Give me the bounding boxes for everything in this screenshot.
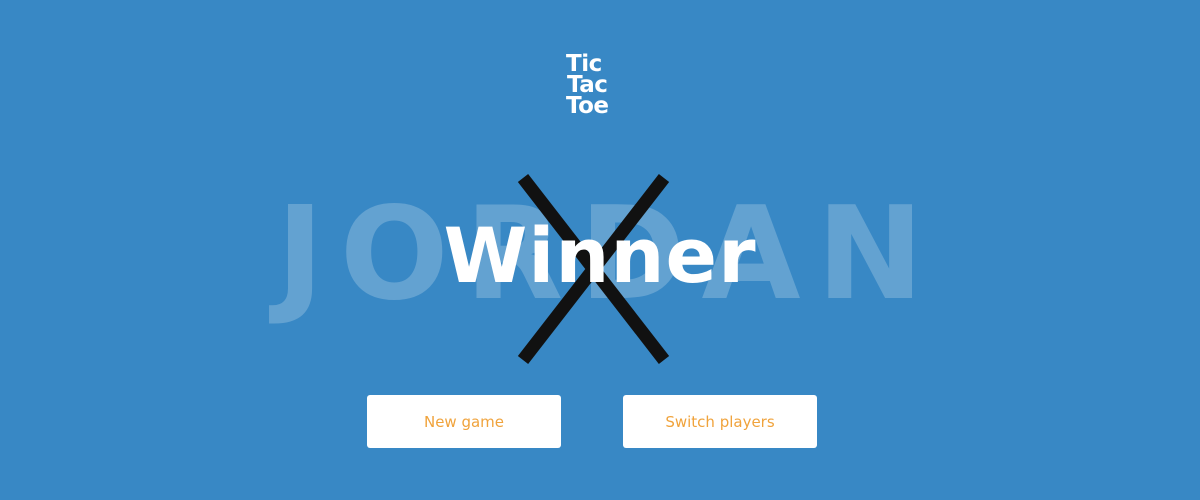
winner-title: Winner <box>443 211 757 300</box>
new-game-button[interactable]: New game <box>367 395 561 448</box>
logo-line-toe: Toe <box>566 93 609 119</box>
switch-players-button[interactable]: Switch players <box>623 395 817 448</box>
tic-tac-toe-logo: Tic Tac Toe <box>566 53 636 119</box>
